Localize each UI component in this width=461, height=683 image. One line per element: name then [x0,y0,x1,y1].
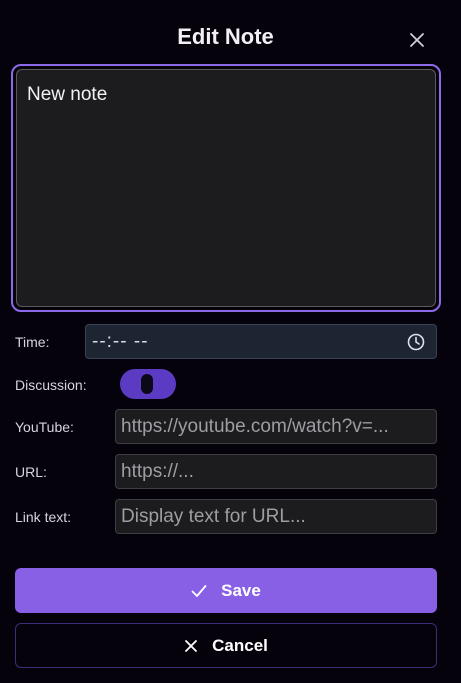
link-text-input[interactable] [115,499,437,534]
discussion-row: Discussion: [15,367,437,403]
toggle-knob [141,374,153,394]
save-button[interactable]: Save [15,568,437,613]
note-textarea[interactable] [16,69,436,307]
time-value: --:-- -- [92,330,149,352]
time-row: Time: --:-- -- [15,324,437,360]
link-text-row: Link text: [15,499,437,535]
clock-icon[interactable] [406,332,426,352]
note-textarea-wrapper [11,64,441,312]
url-label: URL: [15,464,47,480]
close-icon [185,639,198,652]
close-button[interactable] [404,27,430,53]
cancel-label: Cancel [212,635,268,655]
close-icon [410,33,424,47]
cancel-button[interactable]: Cancel [15,623,437,668]
check-icon [191,584,207,597]
youtube-row: YouTube: [15,409,437,445]
youtube-input[interactable] [115,409,437,444]
link-text-label: Link text: [15,509,72,525]
discussion-label: Discussion: [15,377,87,393]
youtube-label: YouTube: [15,419,74,435]
time-label: Time: [15,334,50,350]
edit-note-dialog: Edit Note Time: --:-- -- Discussion: You… [0,0,461,683]
url-input[interactable] [115,454,437,489]
save-label: Save [221,580,261,600]
discussion-toggle[interactable] [120,369,176,399]
url-row: URL: [15,454,437,490]
time-input[interactable]: --:-- -- [85,324,437,359]
dialog-title: Edit Note [177,24,274,49]
